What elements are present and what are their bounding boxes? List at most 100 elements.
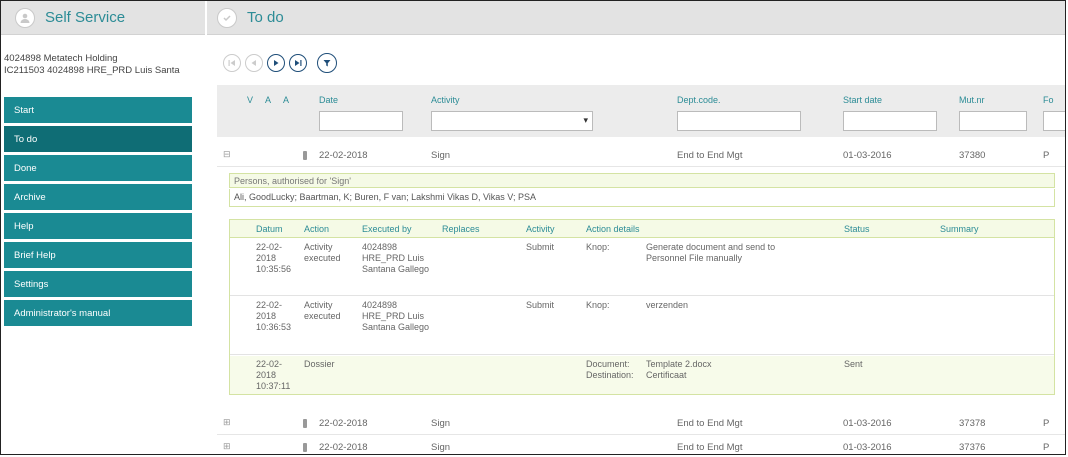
history-row: 22-02-2018 10:36:53 Activity executed 40… bbox=[230, 297, 1054, 355]
start-date-filter-input[interactable] bbox=[843, 111, 937, 131]
prev-page-button[interactable] bbox=[245, 54, 263, 72]
sidebar-item-settings[interactable]: Settings bbox=[4, 271, 192, 297]
hist-executed-by: 4024898 HRE_PRD Luis Santana Gallego bbox=[362, 300, 430, 332]
hist-activity: Submit bbox=[526, 300, 555, 310]
col-a2[interactable]: A bbox=[283, 95, 289, 105]
authorised-title: Persons, authorised for 'Sign' bbox=[229, 173, 1055, 188]
hist-col-action: Action bbox=[304, 224, 330, 234]
col-activity[interactable]: Activity bbox=[431, 95, 460, 105]
sidebar-item-done[interactable]: Done bbox=[4, 155, 192, 181]
first-page-icon bbox=[228, 60, 235, 66]
document-icon bbox=[303, 443, 307, 452]
table-row[interactable]: ⊞ 22-02-2018 Sign End to End Mgt 01-03-2… bbox=[217, 437, 1065, 454]
date-filter-input[interactable] bbox=[319, 111, 403, 131]
hist-activity: Submit bbox=[526, 242, 555, 252]
hist-col-executed-by: Executed by bbox=[362, 224, 412, 234]
filter-button[interactable] bbox=[317, 53, 337, 73]
row-mut: 37378 bbox=[959, 418, 986, 429]
history-table: Datum Action Executed by Replaces Activi… bbox=[229, 219, 1055, 395]
expand-icon[interactable]: ⊞ bbox=[223, 441, 231, 452]
hist-col-activity: Activity bbox=[526, 224, 555, 234]
row-extra: P bbox=[1043, 418, 1050, 429]
row-dept: End to End Mgt bbox=[677, 418, 743, 429]
grid-header: V A A Date Activity Dept.code. Start dat… bbox=[217, 85, 1065, 137]
hist-detail-key: Knop: bbox=[586, 300, 610, 310]
todo-icon bbox=[217, 7, 237, 28]
col-extra[interactable]: Fo bbox=[1043, 95, 1054, 105]
row-activity: Sign bbox=[431, 418, 451, 429]
sidebar-item-start[interactable]: Start bbox=[4, 97, 192, 123]
user-company: 4024898 Metatech Holding bbox=[4, 53, 118, 64]
page-header: To do bbox=[207, 1, 1065, 35]
hist-col-summary: Summary bbox=[940, 224, 979, 234]
history-row: 22-02-2018 10:37:11 Dossier Document: De… bbox=[230, 356, 1054, 394]
sidebar-item-admin-manual[interactable]: Administrator's manual bbox=[4, 300, 192, 326]
user-info: 4024898 Metatech Holding IC211503 402489… bbox=[1, 35, 205, 77]
row-extra: P bbox=[1043, 150, 1050, 161]
authorised-list: Ali, GoodLucky; Baartman, K; Buren, F va… bbox=[229, 189, 1055, 207]
hist-datum: 22-02-2018 10:36:53 bbox=[256, 300, 292, 332]
hist-col-details: Action details bbox=[586, 224, 640, 234]
row-dept: End to End Mgt bbox=[677, 442, 743, 453]
col-dept[interactable]: Dept.code. bbox=[677, 95, 721, 105]
row-start-date: 01-03-2016 bbox=[843, 150, 892, 161]
row-dept: End to End Mgt bbox=[677, 150, 743, 161]
col-start-date[interactable]: Start date bbox=[843, 95, 882, 105]
col-date[interactable]: Date bbox=[319, 95, 338, 105]
activity-filter-select[interactable] bbox=[431, 111, 593, 131]
sidebar-item-archive[interactable]: Archive bbox=[4, 184, 192, 210]
dept-filter-input[interactable] bbox=[677, 111, 801, 131]
row-activity: Sign bbox=[431, 442, 451, 453]
hist-datum: 22-02-2018 10:35:56 bbox=[256, 242, 292, 274]
hist-status: Sent bbox=[844, 359, 863, 369]
hist-detail-value: Template 2.docx Certificaat bbox=[646, 359, 712, 380]
sidebar-item-brief-help[interactable]: Brief Help bbox=[4, 242, 192, 268]
row-extra: P bbox=[1043, 442, 1050, 453]
sidebar-item-help[interactable]: Help bbox=[4, 213, 192, 239]
hist-col-status: Status bbox=[844, 224, 870, 234]
hist-detail-value: Generate document and send to Personnel … bbox=[646, 242, 776, 263]
hist-datum: 22-02-2018 10:37:11 bbox=[256, 359, 291, 391]
hist-detail-key: Knop: bbox=[586, 242, 610, 252]
sidebar-item-todo[interactable]: To do bbox=[4, 126, 192, 152]
history-header: Datum Action Executed by Replaces Activi… bbox=[230, 220, 1054, 238]
col-a1[interactable]: A bbox=[265, 95, 271, 105]
filter-icon bbox=[323, 60, 331, 67]
hist-col-replaces: Replaces bbox=[442, 224, 480, 234]
hist-action: Dossier bbox=[304, 359, 335, 369]
hist-action: Activity executed bbox=[304, 300, 341, 321]
mut-filter-input[interactable] bbox=[959, 111, 1027, 131]
row-start-date: 01-03-2016 bbox=[843, 442, 892, 453]
page-title: To do bbox=[247, 9, 284, 26]
last-page-icon bbox=[295, 60, 302, 66]
hist-action: Activity executed bbox=[304, 242, 341, 263]
next-page-icon bbox=[274, 60, 279, 66]
col-v[interactable]: V bbox=[247, 95, 253, 105]
table-row[interactable]: ⊟ 22-02-2018 Sign End to End Mgt 01-03-2… bbox=[217, 145, 1065, 167]
row-mut: 37380 bbox=[959, 150, 986, 161]
expand-icon[interactable]: ⊞ bbox=[223, 417, 231, 428]
document-icon bbox=[303, 419, 307, 428]
extra-filter-input[interactable] bbox=[1043, 111, 1065, 131]
history-row: 22-02-2018 10:35:56 Activity executed 40… bbox=[230, 239, 1054, 296]
row-date: 22-02-2018 bbox=[319, 150, 368, 161]
sidebar: 4024898 Metatech Holding IC211503 402489… bbox=[1, 35, 205, 454]
next-page-button[interactable] bbox=[267, 54, 285, 72]
row-mut: 37376 bbox=[959, 442, 986, 453]
hist-col-datum: Datum bbox=[256, 224, 283, 234]
hist-detail-value: verzenden bbox=[646, 300, 689, 310]
document-icon bbox=[303, 151, 307, 160]
main-content: V A A Date Activity Dept.code. Start dat… bbox=[207, 35, 1065, 454]
app-title: Self Service bbox=[45, 9, 126, 26]
last-page-button[interactable] bbox=[289, 54, 307, 72]
row-date: 22-02-2018 bbox=[319, 418, 368, 429]
sidebar-header: Self Service bbox=[1, 1, 205, 35]
row-activity: Sign bbox=[431, 150, 451, 161]
row-date: 22-02-2018 bbox=[319, 442, 368, 453]
pager bbox=[223, 53, 337, 73]
collapse-icon[interactable]: ⊟ bbox=[223, 149, 231, 160]
first-page-button[interactable] bbox=[223, 54, 241, 72]
hist-detail-key: Document: Destination: bbox=[586, 359, 634, 380]
table-row[interactable]: ⊞ 22-02-2018 Sign End to End Mgt 01-03-2… bbox=[217, 413, 1065, 435]
col-mut[interactable]: Mut.nr bbox=[959, 95, 985, 105]
